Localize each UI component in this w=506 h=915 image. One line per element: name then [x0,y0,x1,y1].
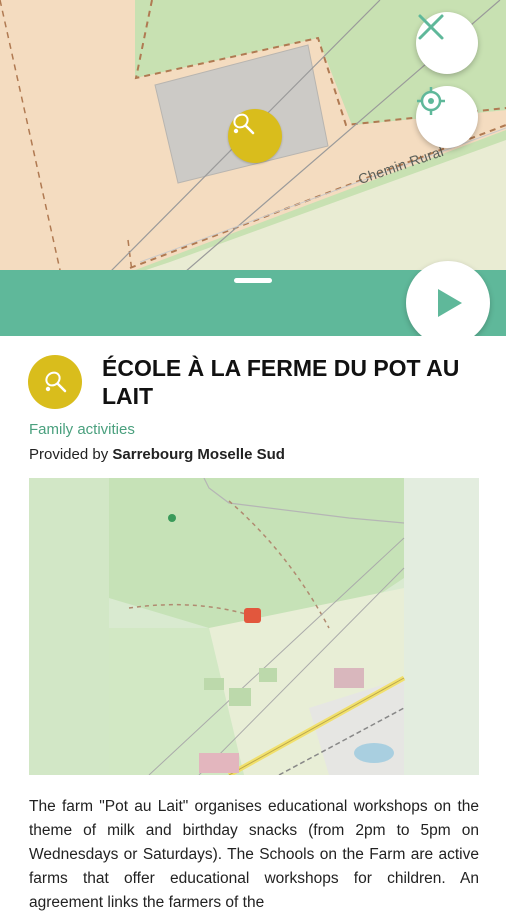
poi-category[interactable]: Family activities [29,421,135,438]
play-icon [438,289,462,317]
location-map-preview[interactable] [29,478,479,775]
close-button[interactable] [416,12,478,74]
provider-prefix: Provided by [29,446,113,463]
provider-name: Sarrebourg Moselle Sud [112,446,285,463]
play-button[interactable] [406,261,490,345]
crosshair-icon [417,87,445,115]
poi-provider: Provided by Sarrebourg Moselle Sud [29,446,285,463]
tennis-racket-icon [233,113,255,135]
preview-map-canvas [29,478,479,775]
tennis-racket-icon [45,371,67,393]
map-view[interactable]: Chemin Rural [0,0,506,272]
category-icon [28,355,82,409]
poi-marker[interactable] [228,109,282,163]
locate-button[interactable] [416,86,478,148]
drag-handle[interactable] [234,278,272,283]
poi-title: ÉCOLE À LA FERME DU POT AU LAIT [102,355,460,409]
poi-description: The farm "Pot au Lait" organises educati… [29,798,479,911]
close-icon [418,14,444,40]
